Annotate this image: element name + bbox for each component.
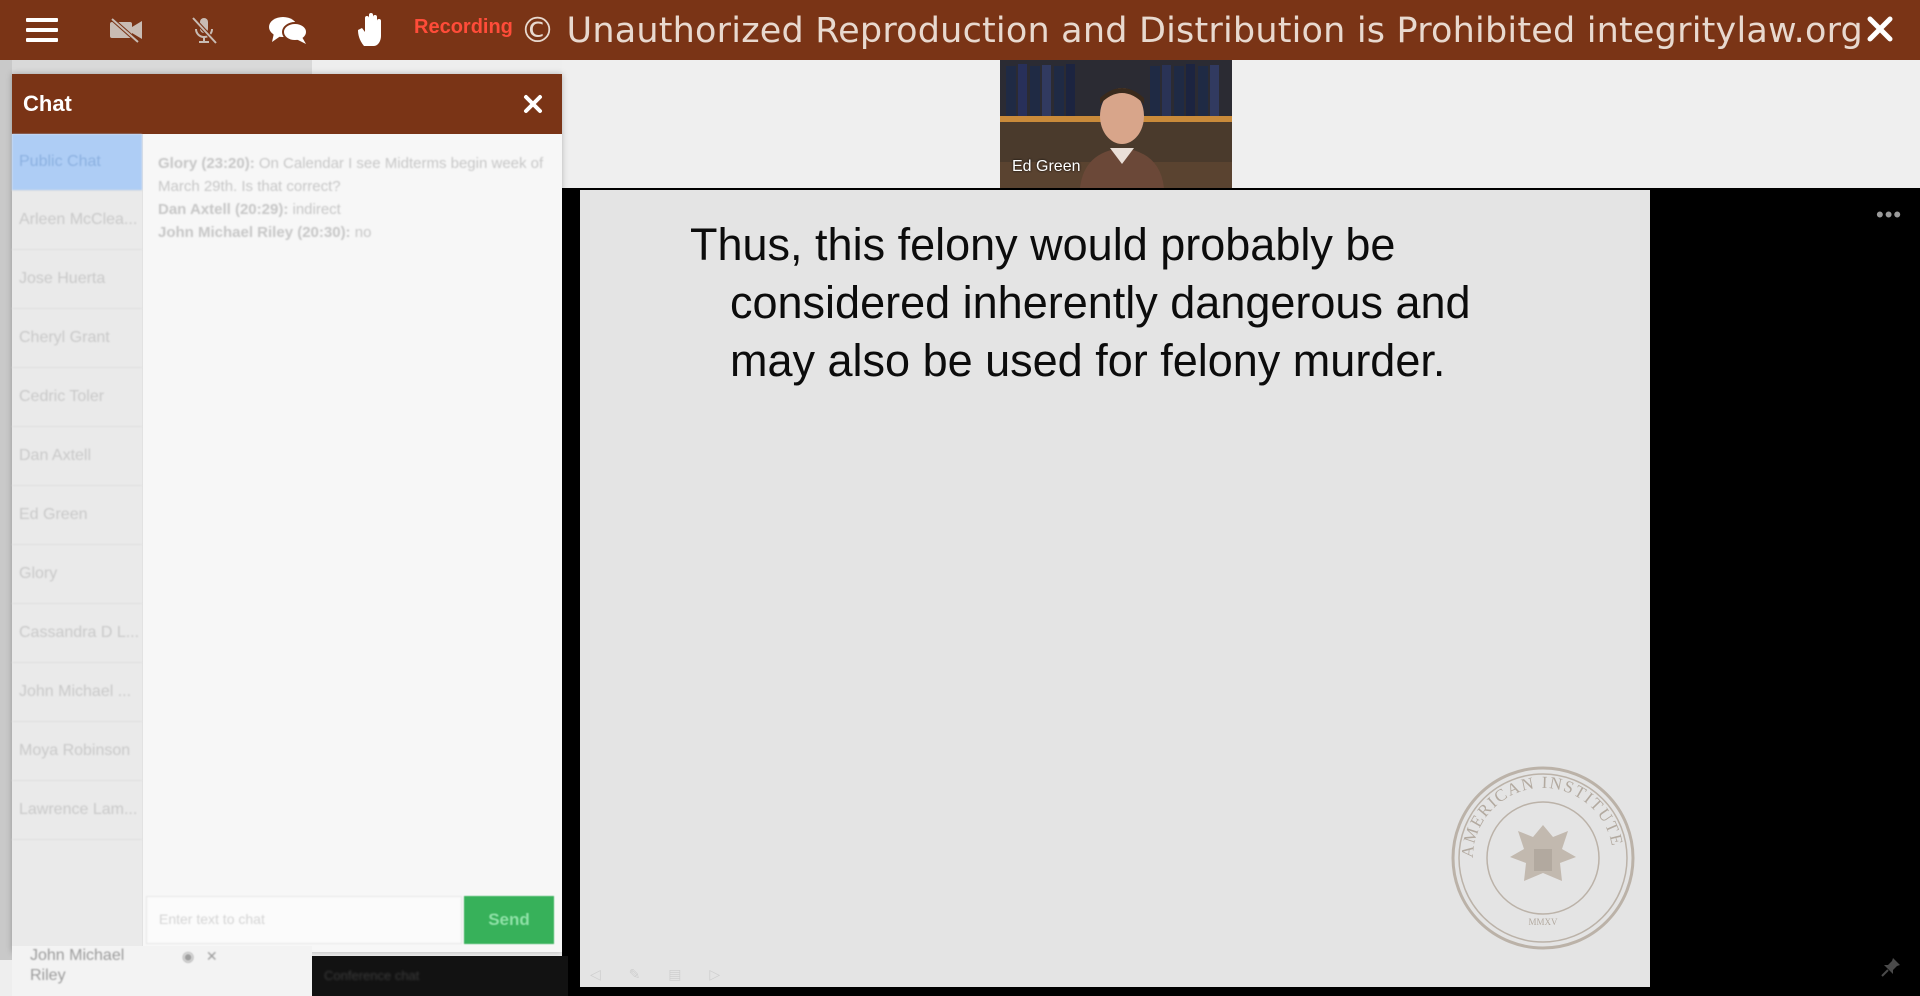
sidebar-edge (0, 60, 12, 960)
self-user-status-icons: ◉ ✕ (182, 948, 218, 964)
chat-title: Chat (23, 91, 72, 116)
chat-input[interactable]: Enter text to chat (146, 896, 462, 944)
close-icon[interactable] (1860, 9, 1900, 49)
chat-header: Chat (12, 74, 562, 134)
chat-user-item[interactable]: Cedric Toler (12, 368, 142, 427)
chat-user-item[interactable]: Arleen McClea... (12, 191, 142, 250)
video-off-icon[interactable] (104, 9, 148, 51)
pin-icon[interactable] (1880, 956, 1902, 983)
menu-icon[interactable] (20, 9, 64, 51)
chat-user-item[interactable]: Dan Axtell (12, 427, 142, 486)
bottom-status-bar: Conference chat (312, 956, 568, 996)
mic-off-icon[interactable] (182, 9, 226, 51)
chat-user-item[interactable]: Cheryl Grant (12, 309, 142, 368)
slide-line: Thus, this felony would probably be consi… (690, 219, 1471, 386)
chat-user-item[interactable]: John Michael ... (12, 663, 142, 722)
chat-messages: Glory (23:20): On Calendar I see Midterm… (158, 152, 548, 244)
chat-user-item[interactable]: Moya Robinson (12, 722, 142, 781)
copyright-banner: © Unauthorized Reproduction and Distribu… (520, 11, 1863, 51)
chat-icon[interactable] (266, 9, 310, 51)
more-options-icon[interactable]: ••• (1876, 202, 1902, 228)
webcam-tile[interactable]: Ed Green (1000, 60, 1232, 188)
top-toolbar: Recording © Unauthorized Reproduction an… (0, 0, 1920, 60)
chat-close-icon[interactable] (518, 89, 548, 119)
svg-text:MMXV: MMXV (1528, 917, 1558, 927)
chat-user-item[interactable]: Lawrence Lam... (12, 781, 142, 840)
recording-indicator[interactable]: Recording (414, 16, 513, 39)
chat-message: Glory (23:20): On Calendar I see Midterm… (158, 155, 544, 195)
self-user-name: John Michael Riley (30, 947, 125, 984)
chat-user-item[interactable]: Ed Green (12, 486, 142, 545)
self-user-entry[interactable]: John Michael Riley ◉ ✕ (12, 946, 312, 996)
chat-user-item[interactable]: Cassandra D L... (12, 604, 142, 663)
chat-user-list: Public Chat Arleen McClea... Jose Huerta… (12, 134, 143, 952)
webcam-name-label: Ed Green (1012, 158, 1081, 175)
slide: Thus, this felony would probably be consi… (580, 190, 1650, 987)
american-institute-of-law-seal: AMERICAN INSTITUTE OF LAW MMXV (1450, 765, 1635, 950)
chat-message: Dan Axtell (20:29): indirect (158, 201, 341, 218)
webcam-bar (562, 60, 1920, 188)
slide-text: Thus, this felony would probably be consi… (690, 216, 1620, 390)
slide-toolbar[interactable]: ◁ ✎ ▤ ▷ (590, 966, 732, 983)
send-button[interactable]: Send (464, 896, 554, 944)
bottom-status-label: Conference chat (324, 968, 420, 983)
chat-user-item[interactable]: Glory (12, 545, 142, 604)
chat-user-item[interactable]: Jose Huerta (12, 250, 142, 309)
chat-panel: Chat Public Chat Arleen McClea... Jose H… (12, 74, 562, 952)
chat-message: John Michael Riley (20:30): no (158, 224, 372, 241)
raise-hand-icon[interactable] (350, 9, 394, 51)
chat-user-public-chat[interactable]: Public Chat (12, 134, 142, 191)
